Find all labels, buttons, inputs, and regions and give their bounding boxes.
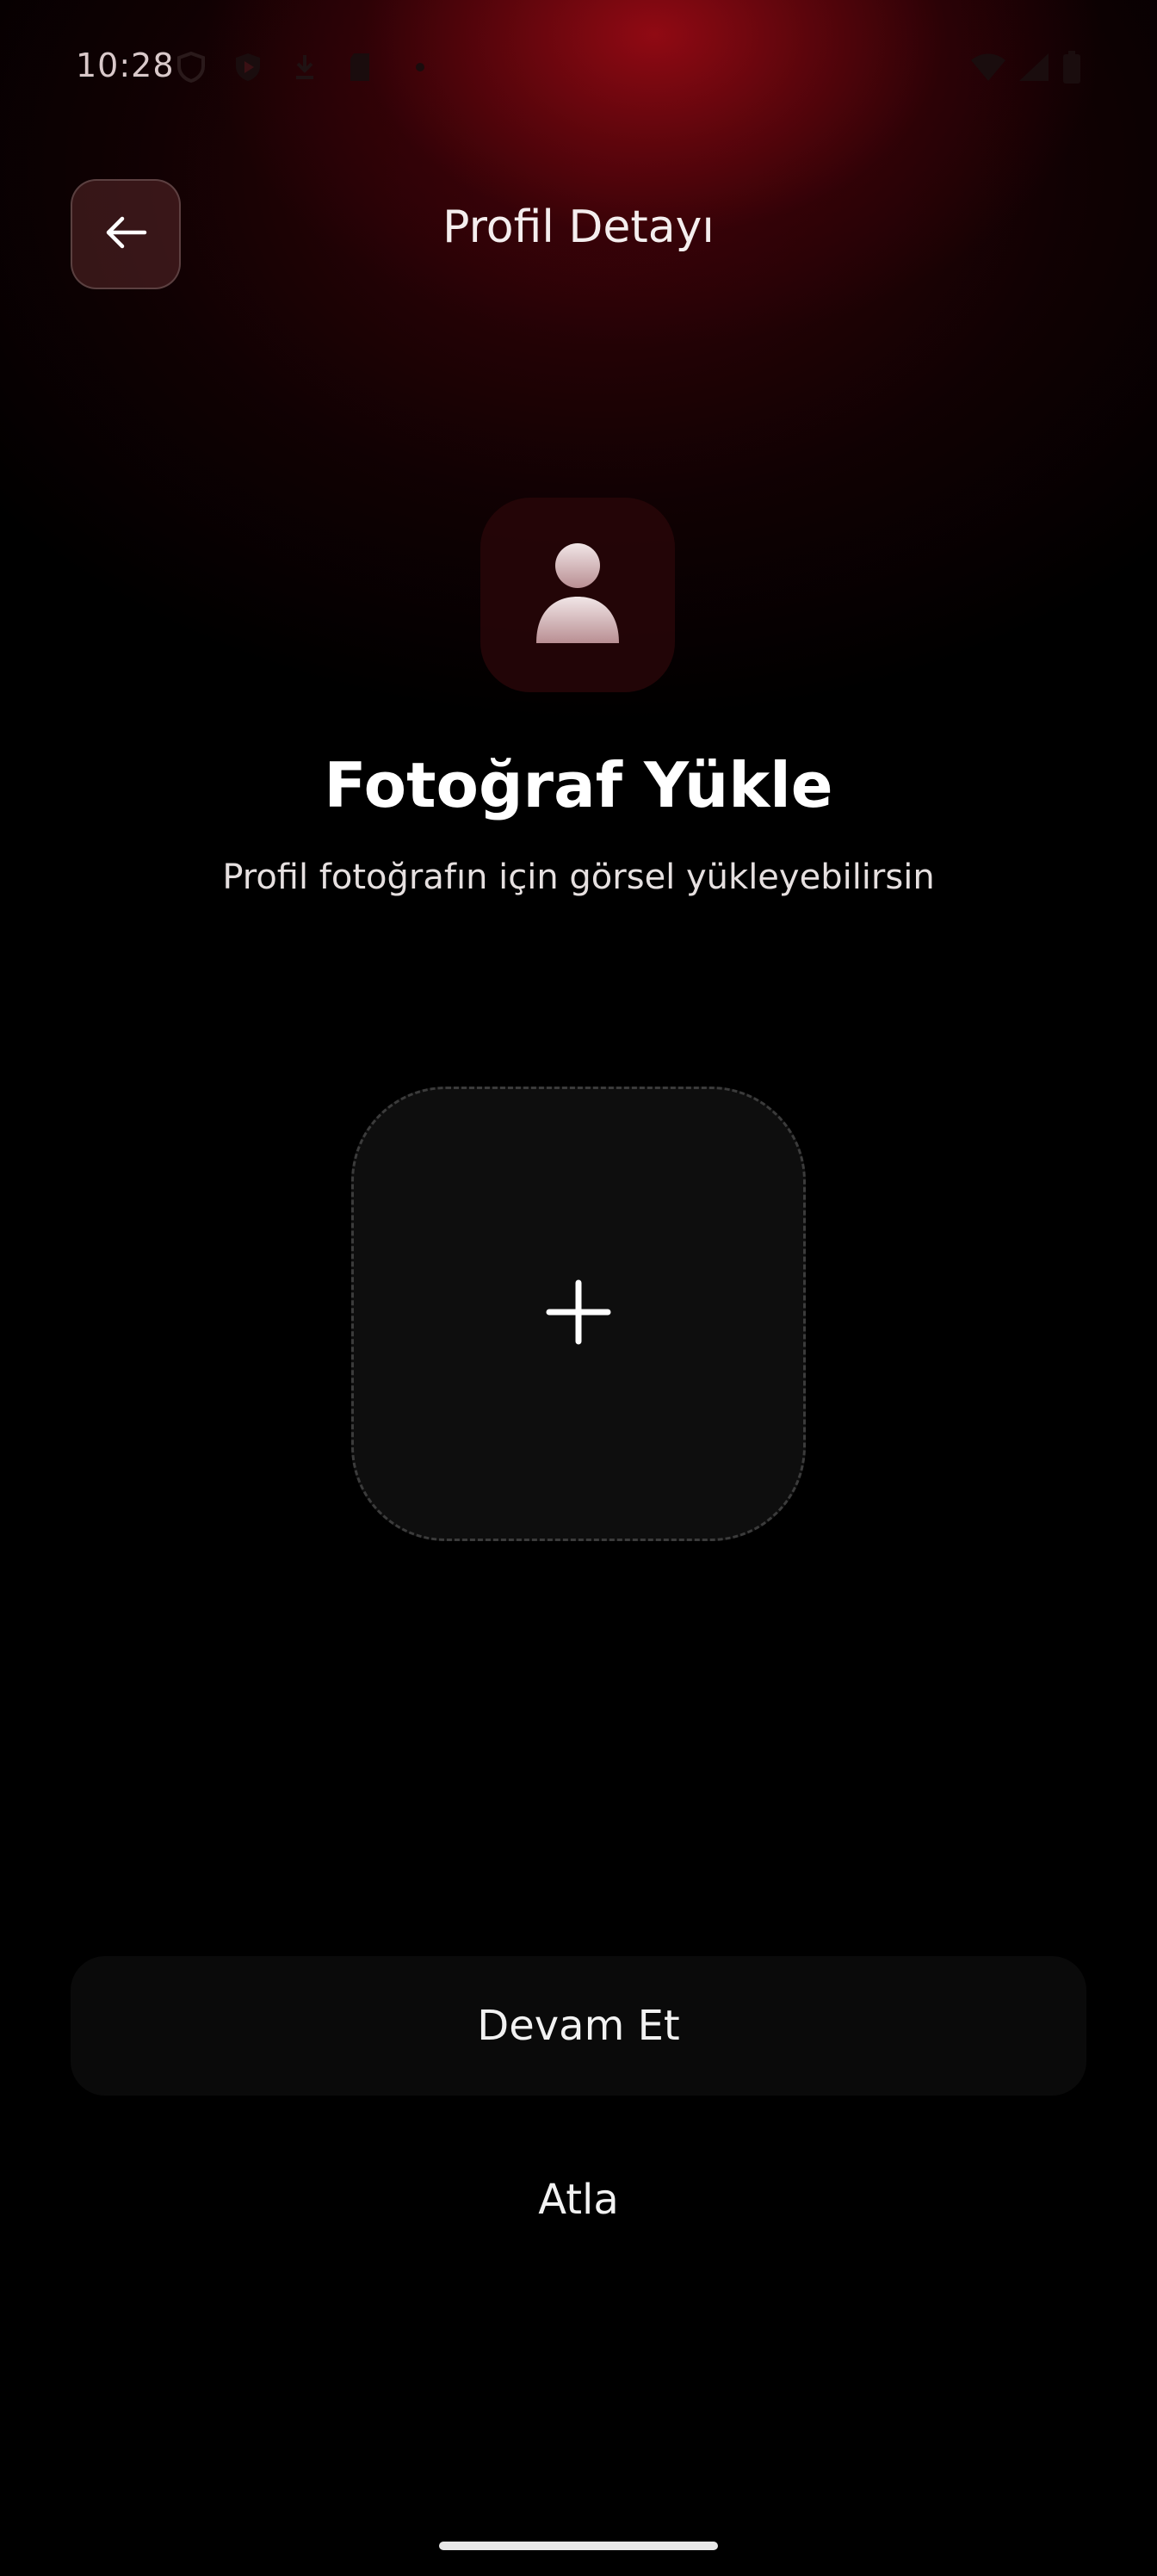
download-icon — [289, 52, 320, 83]
sd-card-icon — [344, 52, 375, 83]
skip-button[interactable]: Atla — [449, 2161, 708, 2239]
signal-icon — [1016, 52, 1050, 83]
status-time: 10:28 — [76, 46, 175, 84]
status-bar: 10:28 — [0, 0, 1157, 138]
continue-button[interactable]: Devam Et — [71, 1956, 1086, 2096]
upload-subtitle: Profil fotoğrafın için görsel yükleyebil… — [222, 858, 935, 897]
avatar — [480, 498, 675, 692]
wifi-icon — [969, 52, 1007, 83]
photo-upload-box[interactable] — [351, 1087, 806, 1541]
user-icon — [535, 542, 621, 648]
shield-icon — [176, 52, 207, 83]
page-title: Profil Detayı — [442, 201, 715, 253]
battery-icon — [1059, 51, 1085, 84]
plus-icon — [546, 1279, 611, 1348]
home-indicator[interactable] — [439, 2542, 718, 2550]
upload-title: Fotoğraf Yükle — [324, 749, 833, 821]
play-protect-icon — [232, 52, 263, 83]
dot-icon — [405, 52, 436, 83]
